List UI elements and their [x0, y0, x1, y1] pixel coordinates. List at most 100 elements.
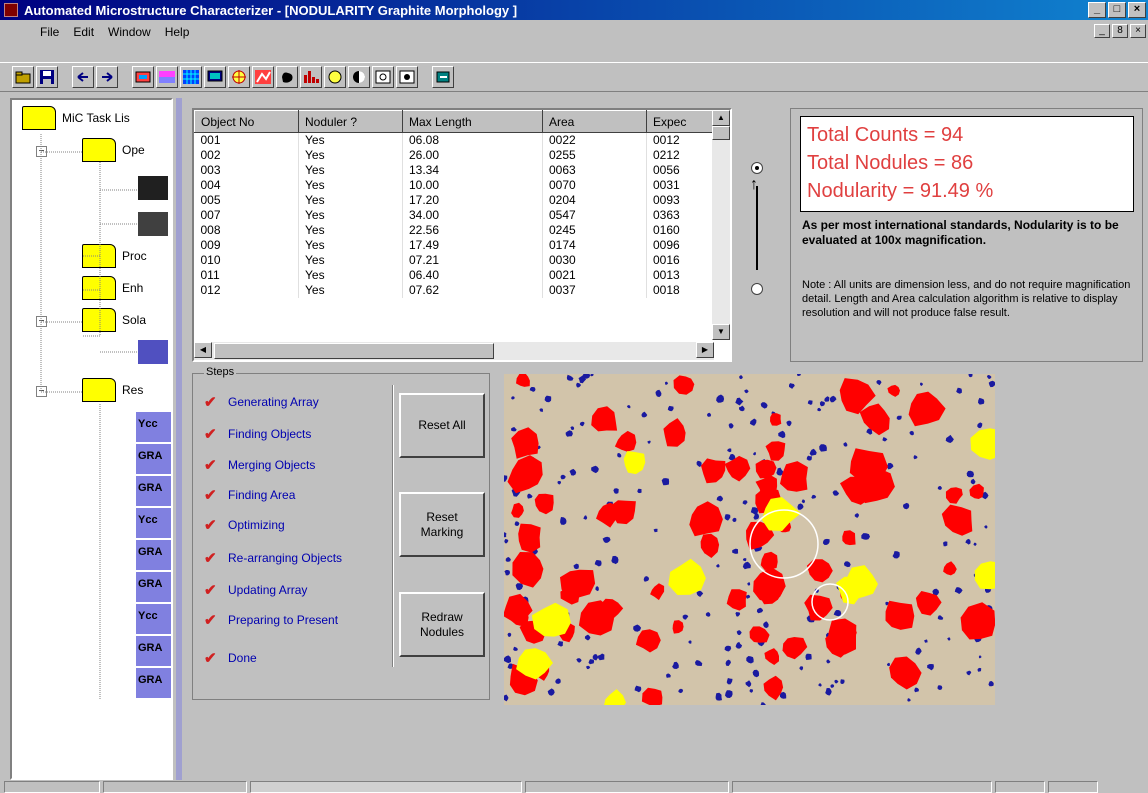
table-cell: 0174 — [542, 238, 647, 253]
col-noduler[interactable]: Noduler ? — [298, 110, 403, 133]
scroll-left-icon[interactable]: ◀ — [194, 342, 212, 358]
status-pane — [4, 781, 100, 793]
reset-marking-label-2: Marking — [420, 524, 464, 539]
micrograph-image[interactable] — [504, 374, 995, 705]
table-cell: 0363 — [646, 208, 717, 223]
table-cell: 06.40 — [402, 268, 543, 283]
table-row[interactable]: 008 Yes 22.56 0245 0160 — [194, 223, 717, 238]
undo-icon[interactable] — [72, 66, 94, 88]
step-label: Generating Array — [228, 395, 319, 409]
table-cell: Yes — [298, 283, 403, 298]
standard-note: As per most international standards, Nod… — [802, 218, 1119, 247]
table-row[interactable]: 011 Yes 06.40 0021 0013 — [194, 268, 717, 283]
table-row[interactable]: 004 Yes 10.00 0070 0031 — [194, 178, 717, 193]
scroll-thumb[interactable] — [214, 343, 494, 359]
table-cell: 007 — [194, 208, 299, 223]
menu-edit[interactable]: Edit — [73, 25, 94, 39]
grid-vertical-scrollbar[interactable]: ▲ ▼ — [712, 110, 730, 340]
scan-icon[interactable] — [132, 66, 154, 88]
nodule-particle — [518, 523, 541, 553]
close-button[interactable]: × — [1128, 2, 1146, 18]
table-cell: 13.34 — [402, 163, 543, 178]
checkmark-icon: ✔ — [204, 426, 217, 443]
table-cell: 0056 — [646, 163, 717, 178]
toolbar — [0, 62, 1148, 92]
tree-lines — [40, 134, 138, 700]
radio-lower[interactable] — [751, 283, 763, 295]
task-tree[interactable]: MiC Task Lis − Ope Proc Enh − Sola − Res… — [10, 98, 173, 780]
radio-upper[interactable] — [751, 162, 763, 174]
target-icon[interactable] — [372, 66, 394, 88]
table-row[interactable]: 003 Yes 13.34 0063 0056 — [194, 163, 717, 178]
status-bar — [0, 781, 1148, 793]
mdi-close-button[interactable]: × — [1130, 24, 1146, 38]
table-row[interactable]: 007 Yes 34.00 0547 0363 — [194, 208, 717, 223]
step-label: Merging Objects — [228, 458, 316, 472]
counts-box: Total Counts = 94 Total Nodules = 86 Nod… — [800, 116, 1134, 212]
table-cell: 0245 — [542, 223, 647, 238]
scroll-up-icon[interactable]: ▲ — [712, 110, 730, 126]
table-row[interactable]: 002 Yes 26.00 0255 0212 — [194, 148, 717, 163]
step-item: ✔ Updating Array — [204, 581, 307, 599]
crosshair-icon[interactable] — [228, 66, 250, 88]
scroll-right-icon[interactable]: ▶ — [696, 342, 714, 358]
open-icon[interactable] — [12, 66, 34, 88]
panel-splitter[interactable] — [176, 98, 182, 780]
table-cell: Yes — [298, 208, 403, 223]
record-icon[interactable] — [396, 66, 418, 88]
graph-icon[interactable] — [252, 66, 274, 88]
col-area[interactable]: Area — [542, 110, 647, 133]
objects-grid[interactable]: Object No Noduler ? Max Length Area Expe… — [192, 108, 732, 362]
table-cell: 005 — [194, 193, 299, 208]
grid-horizontal-scrollbar[interactable]: ◀ ▶ — [194, 342, 714, 360]
checkmark-icon: ✔ — [204, 612, 217, 629]
table-cell: 004 — [194, 178, 299, 193]
histogram-icon[interactable] — [300, 66, 322, 88]
mdi-restore-button[interactable]: 8 — [1112, 24, 1128, 38]
status-pane — [995, 781, 1045, 793]
table-row[interactable]: 010 Yes 07.21 0030 0016 — [194, 253, 717, 268]
menu-file[interactable]: File — [40, 25, 59, 39]
table-cell: 0160 — [646, 223, 717, 238]
monitor-icon[interactable] — [204, 66, 226, 88]
table-row[interactable]: 012 Yes 07.62 0037 0018 — [194, 283, 717, 298]
blob-icon[interactable] — [276, 66, 298, 88]
reset-marking-button[interactable]: Reset Marking — [399, 492, 485, 557]
step-label: Updating Array — [228, 583, 308, 597]
minimize-button[interactable]: _ — [1088, 2, 1106, 18]
save-icon[interactable] — [36, 66, 58, 88]
mdi-minimize-button[interactable]: _ — [1094, 24, 1110, 38]
table-cell: 0030 — [542, 253, 647, 268]
steps-legend: Steps — [204, 366, 237, 378]
grid-icon[interactable] — [180, 66, 202, 88]
scroll-thumb[interactable] — [712, 126, 730, 140]
checkmark-icon: ✔ — [204, 487, 217, 504]
col-expected[interactable]: Expec — [646, 110, 717, 133]
palette-icon[interactable] — [156, 66, 178, 88]
reset-all-button[interactable]: Reset All — [399, 393, 485, 458]
checkmark-icon: ✔ — [204, 650, 217, 667]
table-row[interactable]: 001 Yes 06.08 0022 0012 — [194, 132, 717, 148]
maximize-button[interactable]: □ — [1108, 2, 1126, 18]
table-row[interactable]: 005 Yes 17.20 0204 0093 — [194, 193, 717, 208]
col-max-length[interactable]: Max Length — [402, 110, 543, 133]
export-icon[interactable] — [432, 66, 454, 88]
status-pane — [103, 781, 247, 793]
redo-icon[interactable] — [96, 66, 118, 88]
col-object-no[interactable]: Object No — [194, 110, 299, 133]
table-cell: Yes — [298, 132, 403, 148]
step-item: ✔ Done — [204, 649, 257, 667]
menu-help[interactable]: Help — [165, 25, 190, 39]
menu-window[interactable]: Window — [108, 25, 151, 39]
table-row[interactable]: 009 Yes 17.49 0174 0096 — [194, 238, 717, 253]
table-cell: Yes — [298, 268, 403, 283]
table-cell: 26.00 — [402, 148, 543, 163]
total-counts: Total Counts = 94 — [807, 124, 964, 146]
step-item: ✔ Preparing to Present — [204, 611, 338, 629]
scroll-down-icon[interactable]: ▼ — [712, 324, 730, 340]
nodule-icon[interactable] — [348, 66, 370, 88]
circle-icon[interactable] — [324, 66, 346, 88]
step-label: Preparing to Present — [228, 613, 339, 627]
redraw-nodules-button[interactable]: Redraw Nodules — [399, 592, 485, 657]
table-cell: 22.56 — [402, 223, 543, 238]
